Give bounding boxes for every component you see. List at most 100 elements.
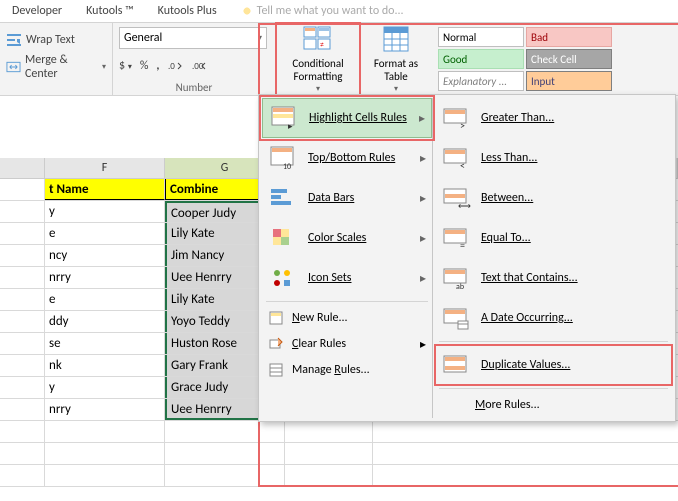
menu-new-rule[interactable]: New Rule... [262, 305, 432, 331]
cell-f[interactable]: ddy [45, 311, 165, 332]
cell-f[interactable] [45, 443, 165, 464]
cell-partial[interactable] [0, 223, 45, 244]
comma-button[interactable]: , [156, 59, 159, 73]
cell-f[interactable]: y [45, 377, 165, 398]
menu-clear-rules[interactable]: Clear Rules ▸ [262, 331, 432, 357]
cell-f[interactable]: e [45, 223, 165, 244]
decrease-decimal-button[interactable]: .00 [192, 60, 208, 72]
menu-databars-label: Data Bars [308, 191, 354, 205]
cell-partial[interactable] [0, 201, 45, 222]
cell-f[interactable] [45, 421, 165, 442]
cell-f[interactable]: nrry [45, 267, 165, 288]
svg-text:▸: ▸ [288, 121, 293, 131]
menu-new-rule-label: New Rule... [292, 311, 348, 325]
tell-me-search[interactable]: Tell me what you want to do... [229, 0, 416, 22]
col-header-f[interactable]: F [45, 158, 165, 178]
cell-partial[interactable] [0, 311, 45, 332]
merge-center-button[interactable]: Merge & Center ▾ [6, 54, 106, 80]
cell-partial[interactable] [0, 377, 45, 398]
clear-rules-icon [268, 336, 284, 352]
number-group: General ▾ $ ▾ % , .0 .00 Number [113, 23, 276, 95]
menu-greater-than[interactable]: > Greater Than... [435, 98, 672, 138]
menu-date-occurring[interactable]: A Date Occurring... [435, 298, 672, 338]
cell-f[interactable]: nk [45, 355, 165, 376]
color-scales-icon [268, 224, 300, 252]
cell-header-f[interactable]: t Name [45, 179, 165, 200]
cell-h[interactable] [285, 421, 373, 442]
menu-highlight-cells-rules[interactable]: ▸ Highlight Cells Rules ▸ [262, 98, 432, 138]
between-icon: ⟷ [441, 184, 473, 212]
menu-between[interactable]: ⟷ Between... [435, 178, 672, 218]
cell-g[interactable] [165, 465, 285, 486]
cell-partial[interactable] [0, 399, 45, 420]
style-bad[interactable]: Bad [526, 27, 612, 47]
menu-highlight-label: Highlight Cells Rules [309, 111, 407, 125]
ribbon-tabs: Developer Kutools ™ Kutools Plus Tell me… [0, 0, 678, 23]
menu-icon-sets[interactable]: Icon Sets ▸ [262, 258, 432, 298]
menu-top-bottom-rules[interactable]: 10 Top/Bottom Rules ▸ [262, 138, 432, 178]
cell-partial[interactable] [0, 355, 45, 376]
submenu-arrow-icon: ▸ [420, 151, 426, 166]
cell-partial[interactable] [0, 333, 45, 354]
tell-me-text: Tell me what you want to do... [257, 0, 404, 22]
currency-button[interactable]: $ ▾ [119, 59, 132, 73]
conditional-formatting-button[interactable]: ≠ Conditional Formatting ▾ [276, 23, 360, 95]
menu-manage-rules[interactable]: Manage Rules... [262, 357, 432, 383]
number-format-combo[interactable]: General ▾ [119, 27, 267, 49]
ribbon: Wrap Text Merge & Center ▾ General ▾ $ ▾… [0, 23, 678, 96]
cell-f[interactable]: y [45, 201, 165, 222]
menu-colorscales-label: Color Scales [308, 231, 366, 245]
tab-developer[interactable]: Developer [0, 0, 74, 22]
style-good[interactable]: Good [438, 49, 524, 69]
menu-more-rules-label: More Rules... [475, 398, 540, 412]
greater-than-icon: > [441, 104, 473, 132]
date-occurring-icon [441, 304, 473, 332]
cell-f[interactable]: nrry [45, 399, 165, 420]
table-row [0, 421, 678, 443]
cell-f[interactable]: se [45, 333, 165, 354]
menu-duplicate-values[interactable]: Duplicate Values... [435, 345, 672, 385]
style-check-cell[interactable]: Check Cell [526, 49, 612, 69]
tab-kutools-plus[interactable]: Kutools Plus [146, 0, 229, 22]
style-normal[interactable]: Normal [438, 27, 524, 47]
submenu-arrow-icon: ▸ [420, 271, 426, 286]
format-as-table-button[interactable]: Format as Table ▾ [360, 23, 432, 95]
style-input[interactable]: Input [526, 71, 612, 91]
style-explanatory[interactable]: Explanatory ... [438, 71, 524, 91]
cell-partial[interactable] [0, 421, 45, 442]
cell-header-partial[interactable] [0, 179, 45, 200]
menu-clear-rules-label: Clear Rules [292, 337, 346, 351]
merge-center-icon [6, 59, 21, 75]
svg-text:≠: ≠ [320, 40, 324, 50]
menu-equal-to[interactable]: = Equal To... [435, 218, 672, 258]
tab-kutools[interactable]: Kutools ™ [74, 0, 146, 22]
menu-data-bars[interactable]: Data Bars ▸ [262, 178, 432, 218]
cell-h[interactable] [285, 443, 373, 464]
menu-less-label: Less Than... [481, 151, 537, 165]
cell-partial[interactable] [0, 267, 45, 288]
increase-decimal-button[interactable]: .0 [168, 60, 184, 72]
cell-g[interactable] [165, 443, 285, 464]
menu-text-contains-label: Text that Contains... [481, 271, 578, 285]
col-header-partial[interactable] [0, 158, 45, 178]
cell-g[interactable] [165, 421, 285, 442]
equal-to-icon: = [441, 224, 473, 252]
conditional-formatting-menu: ▸ Highlight Cells Rules ▸ 10 Top/Bottom … [258, 94, 676, 422]
cell-f[interactable]: ncy [45, 245, 165, 266]
merge-center-label: Merge & Center [25, 53, 98, 81]
svg-text:>: > [460, 119, 465, 131]
menu-less-than[interactable]: < Less Than... [435, 138, 672, 178]
wrap-text-button[interactable]: Wrap Text [6, 27, 75, 53]
cell-partial[interactable] [0, 289, 45, 310]
format-as-table-label: Format as Table [374, 57, 418, 83]
cell-f[interactable] [45, 465, 165, 486]
percent-button[interactable]: % [140, 59, 149, 73]
cell-partial[interactable] [0, 443, 45, 464]
cell-f[interactable]: e [45, 289, 165, 310]
cell-partial[interactable] [0, 465, 45, 486]
menu-color-scales[interactable]: Color Scales ▸ [262, 218, 432, 258]
cell-partial[interactable] [0, 245, 45, 266]
cell-h[interactable] [285, 465, 373, 486]
menu-more-rules[interactable]: More Rules... [435, 392, 672, 418]
menu-text-contains[interactable]: ab Text that Contains... [435, 258, 672, 298]
